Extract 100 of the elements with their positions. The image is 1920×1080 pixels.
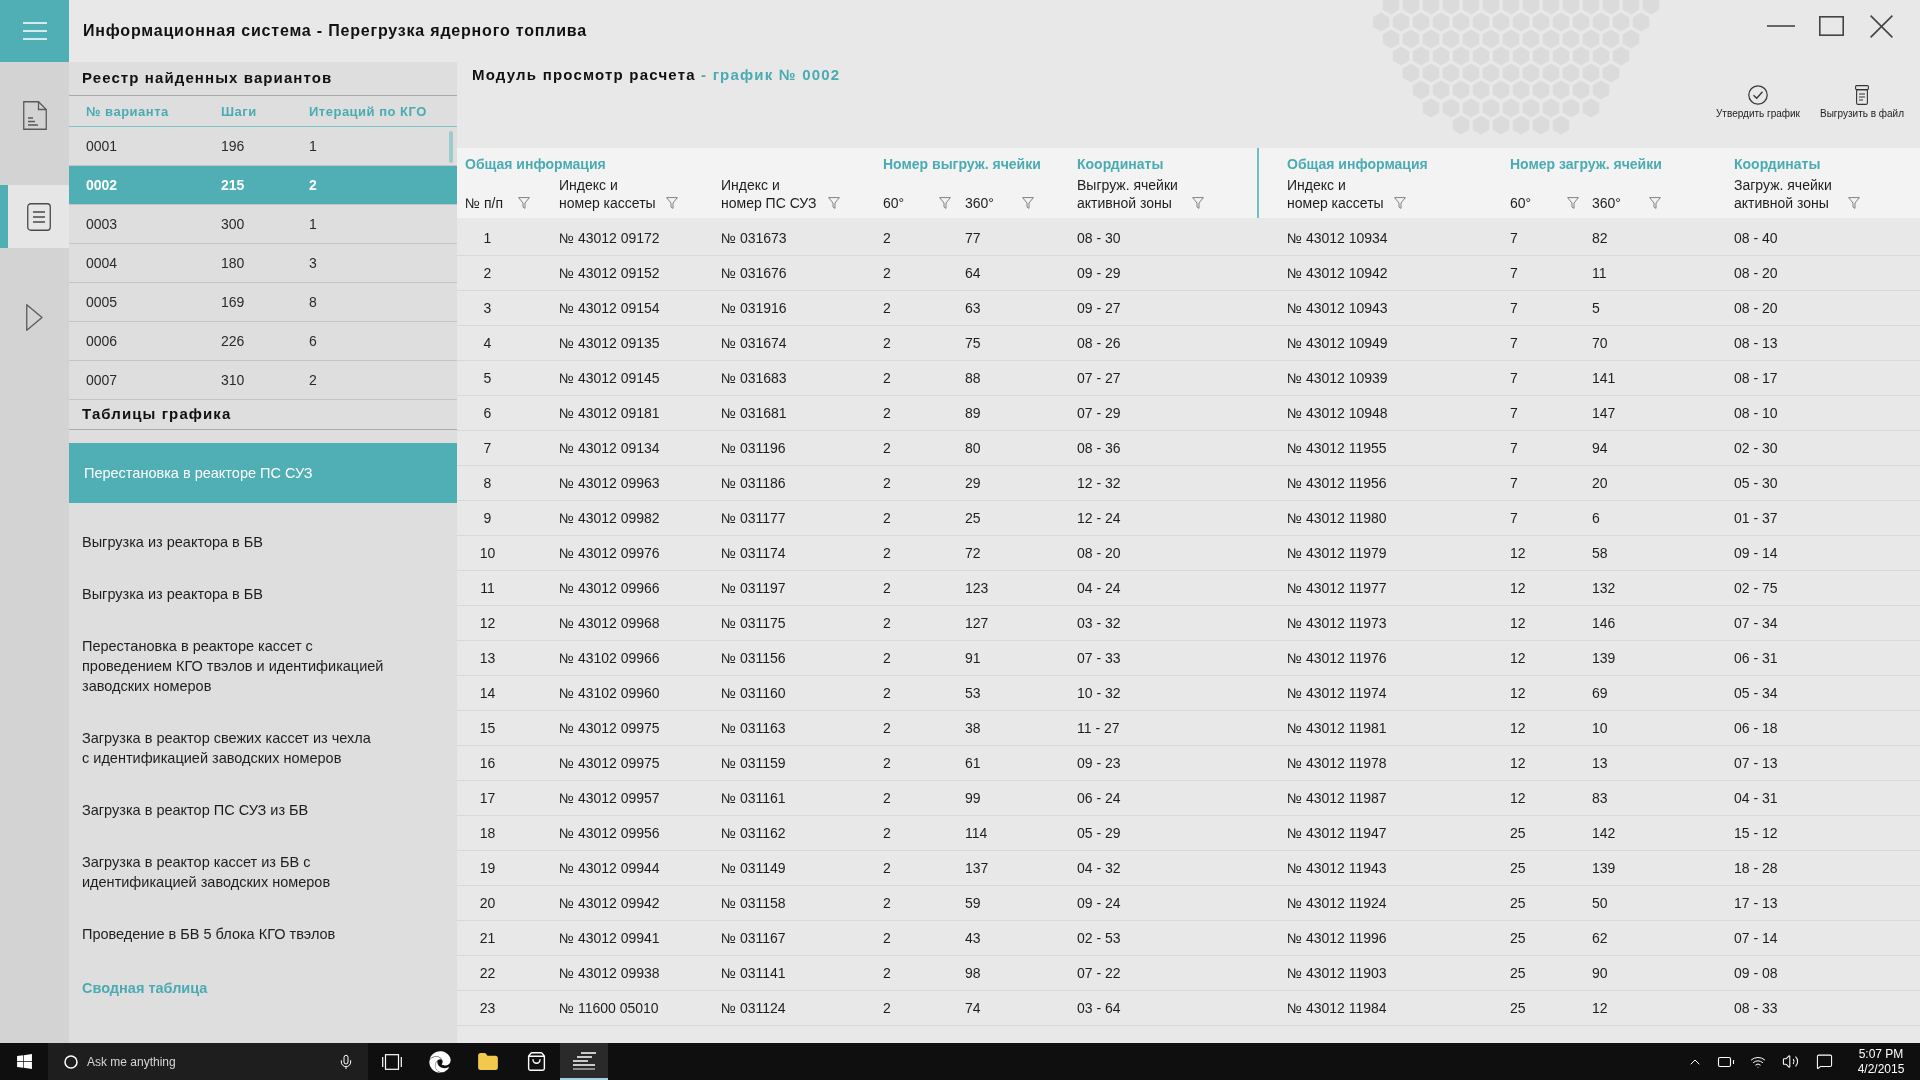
iteration-count: 2 bbox=[309, 177, 317, 193]
load-position-360: 94 bbox=[1592, 440, 1608, 456]
unload-position-360: 114 bbox=[965, 825, 988, 841]
filter-icon[interactable] bbox=[518, 197, 530, 209]
cassette-number: № 11600 05010 bbox=[559, 1000, 659, 1016]
nav-rail-button[interactable] bbox=[0, 185, 69, 248]
variant-row[interactable]: 0003 300 1 bbox=[69, 205, 457, 244]
window-title: Информационная система - Перегрузка ядерного топлива bbox=[82, 21, 587, 41]
schedule-table-item[interactable]: Выгрузка из реактора в БВ bbox=[69, 516, 457, 568]
control-rod-number: № 031174 bbox=[721, 545, 786, 561]
filter-icon[interactable] bbox=[1649, 197, 1661, 209]
row-number: 16 bbox=[479, 753, 496, 773]
column-header: Шаги bbox=[221, 104, 257, 119]
panel-title: Реестр найденных вариантов bbox=[82, 68, 333, 89]
unload-coordinates: 09 - 29 bbox=[1077, 265, 1121, 281]
speaker-icon[interactable] bbox=[1781, 1053, 1799, 1070]
control-rod-number: № 031141 bbox=[721, 965, 786, 981]
filter-icon[interactable] bbox=[1192, 197, 1204, 209]
cassette-number: № 43012 09975 bbox=[559, 720, 660, 736]
load-coordinates: 08 - 17 bbox=[1734, 370, 1778, 386]
schedule-table-item[interactable]: Загрузка в реактор кассет из БВ с идентификацией заводских номеров bbox=[69, 836, 457, 908]
unload-position-60: 2 bbox=[883, 895, 891, 911]
schedule-table-item[interactable]: Проведение в БВ 5 блока КГО твэлов bbox=[69, 908, 457, 960]
load-coordinates: 07 - 34 bbox=[1734, 615, 1778, 631]
schedule-table-item[interactable]: Загрузка в реактор свежих кассет из чехла с идентификацией заводских номеров bbox=[69, 712, 457, 784]
row-number: 13 bbox=[479, 648, 496, 668]
load-position-60: 7 bbox=[1510, 475, 1518, 491]
circle-icon bbox=[64, 1054, 78, 1069]
filter-icon[interactable] bbox=[1848, 197, 1860, 209]
load-position-360: 141 bbox=[1592, 370, 1616, 386]
load-coordinates: 08 - 20 bbox=[1734, 265, 1778, 281]
variant-number: 0004 bbox=[86, 255, 118, 271]
cassette-number: № 43012 09968 bbox=[559, 615, 660, 631]
unload-position-360: 38 bbox=[965, 720, 981, 736]
filter-icon[interactable] bbox=[1022, 197, 1034, 209]
column-group-title: Общая информация bbox=[1287, 156, 1428, 172]
row-number: 15 bbox=[479, 718, 496, 738]
unload-position-60: 2 bbox=[883, 475, 891, 491]
microphone-icon[interactable] bbox=[338, 1053, 354, 1070]
step-count: 310 bbox=[221, 372, 245, 388]
column-group-title: Координаты bbox=[1077, 156, 1164, 172]
step-count: 300 bbox=[221, 216, 245, 232]
control-rod-number: № 031160 bbox=[721, 685, 786, 701]
row-number: 19 bbox=[479, 858, 496, 878]
load-position-360: 70 bbox=[1592, 335, 1608, 351]
load-position-360: 58 bbox=[1592, 545, 1608, 561]
panel-title: Таблицы графика bbox=[82, 404, 232, 425]
load-position-60: 25 bbox=[1510, 930, 1526, 946]
variant-row[interactable]: 0006 226 6 bbox=[69, 322, 457, 361]
load-cassette-number: № 43012 11947 bbox=[1287, 825, 1387, 841]
unload-coordinates: 07 - 27 bbox=[1077, 370, 1121, 386]
unload-position-60: 2 bbox=[883, 965, 891, 981]
row-number: 9 bbox=[483, 508, 492, 528]
filter-icon[interactable] bbox=[939, 197, 951, 209]
variant-row[interactable]: 0004 180 3 bbox=[69, 244, 457, 283]
maximize-icon bbox=[1818, 16, 1844, 36]
load-cassette-number: № 43012 11984 bbox=[1287, 1000, 1387, 1016]
unload-position-360: 99 bbox=[965, 790, 981, 806]
clock[interactable]: 5:07 PM 4/2/2015 bbox=[1842, 1046, 1920, 1077]
unload-position-360: 77 bbox=[965, 230, 981, 246]
toolbar-button[interactable]: Выгрузить в файл bbox=[1820, 85, 1904, 120]
row-number: 6 bbox=[483, 403, 492, 423]
load-coordinates: 02 - 75 bbox=[1734, 580, 1778, 596]
filter-icon[interactable] bbox=[1394, 197, 1406, 209]
search-box[interactable]: Ask me anything bbox=[48, 1043, 368, 1080]
taskbar-app-button[interactable] bbox=[560, 1043, 608, 1080]
unload-position-360: 91 bbox=[965, 650, 981, 666]
unload-position-360: 53 bbox=[965, 685, 981, 701]
load-cassette-number: № 43012 11956 bbox=[1287, 475, 1387, 491]
schedule-number: - график № 0002 bbox=[701, 66, 841, 83]
schedule-table-item[interactable]: Перестановка в реакторе кассет с проведением КГО твэлов и идентификацией заводских номеров bbox=[69, 620, 457, 712]
row-number: 3 bbox=[483, 298, 492, 318]
speech-bubble-icon[interactable] bbox=[1815, 1053, 1833, 1070]
filter-icon[interactable] bbox=[828, 197, 840, 209]
column-header: Индекс и номер кассеты bbox=[559, 176, 656, 212]
variant-row[interactable]: 0007 310 2 bbox=[69, 361, 457, 400]
row-number: 20 bbox=[479, 893, 496, 913]
unload-position-60: 2 bbox=[883, 300, 891, 316]
schedule-table-item[interactable]: Выгрузка из реактора в БВ bbox=[69, 568, 457, 620]
filter-icon[interactable] bbox=[1567, 197, 1579, 209]
unload-coordinates: 03 - 32 bbox=[1077, 615, 1121, 631]
unload-position-360: 25 bbox=[965, 510, 981, 526]
row-number: 12 bbox=[479, 613, 496, 633]
filter-icon[interactable] bbox=[666, 197, 678, 209]
column-header: Загруж. ячейки активной зоны bbox=[1734, 176, 1832, 212]
schedule-table-item[interactable]: Загрузка в реактор ПС СУЗ из БВ bbox=[69, 784, 457, 836]
load-position-60: 7 bbox=[1510, 335, 1518, 351]
variant-number: 0007 bbox=[86, 372, 118, 388]
load-cassette-number: № 43012 11955 bbox=[1287, 440, 1387, 456]
load-position-60: 7 bbox=[1510, 440, 1518, 456]
unload-position-360: 80 bbox=[965, 440, 981, 456]
cassette-number: № 43012 09941 bbox=[559, 930, 660, 946]
cassette-number: № 43012 09181 bbox=[559, 405, 660, 421]
load-position-360: 10 bbox=[1592, 720, 1608, 736]
search-field[interactable]: Ask me anything bbox=[87, 1052, 338, 1071]
scrollbar-thumb[interactable] bbox=[449, 131, 453, 163]
toolbar-button[interactable]: Утвердить график bbox=[1716, 85, 1800, 120]
variant-row[interactable]: 0005 169 8 bbox=[69, 283, 457, 322]
unload-coordinates: 10 - 32 bbox=[1077, 685, 1121, 701]
load-coordinates: 06 - 18 bbox=[1734, 720, 1778, 736]
